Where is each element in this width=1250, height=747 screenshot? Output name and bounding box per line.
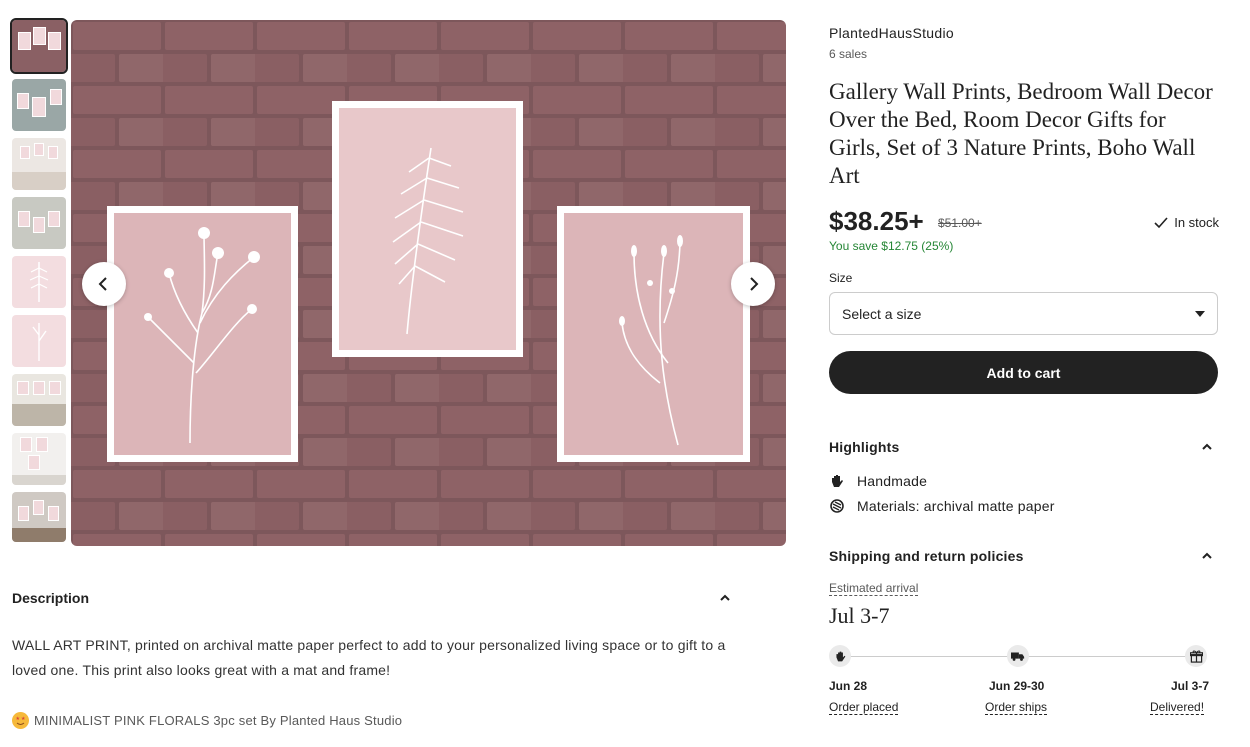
add-to-cart-button[interactable]: Add to cart bbox=[829, 351, 1218, 394]
stock-label: In stock bbox=[1174, 215, 1219, 230]
print-left bbox=[107, 206, 298, 462]
description-text: WALL ART PRINT, printed on archival matt… bbox=[12, 637, 726, 678]
chevron-up-icon bbox=[1202, 552, 1212, 559]
stock-status: In stock bbox=[1154, 215, 1219, 230]
timeline-step-label[interactable]: Order placed bbox=[829, 700, 899, 715]
description-heading: Description bbox=[12, 590, 90, 606]
size-select[interactable]: Select a size bbox=[829, 292, 1218, 335]
thumbnail-8[interactable] bbox=[12, 433, 66, 485]
original-price: $51.00+ bbox=[938, 216, 982, 230]
savings-text: You save $12.75 (25%) bbox=[829, 239, 954, 253]
truck-icon bbox=[1011, 652, 1025, 661]
timeline-step-icon bbox=[1185, 645, 1207, 667]
highlight-label: Handmade bbox=[857, 473, 928, 489]
thumbnail-1[interactable] bbox=[10, 18, 68, 74]
chevron-left-icon bbox=[98, 277, 107, 291]
chevron-up-icon bbox=[1202, 443, 1212, 450]
shipping-heading: Shipping and return policies bbox=[829, 548, 1024, 564]
timeline-step-date: Jun 28 bbox=[829, 679, 868, 693]
timeline-step-label[interactable]: Delivered! bbox=[1150, 700, 1205, 715]
size-select-value: Select a size bbox=[842, 305, 922, 322]
sales-count: 6 sales bbox=[829, 47, 868, 61]
thumbnail-5[interactable] bbox=[12, 256, 66, 308]
main-product-image bbox=[71, 20, 786, 546]
shop-name-link[interactable]: PlantedHausStudio bbox=[829, 25, 954, 41]
print-center bbox=[332, 101, 523, 357]
highlights-toggle[interactable]: Highlights bbox=[829, 439, 1214, 455]
gift-icon bbox=[1189, 650, 1203, 663]
description-subtitle: MINIMALIST PINK FLORALS 3pc set By Plant… bbox=[34, 713, 403, 728]
thumbnail-6[interactable] bbox=[12, 315, 66, 367]
timeline-step-date: Jun 29-30 bbox=[989, 679, 1045, 693]
hand-icon bbox=[835, 651, 845, 661]
timeline-step-icon bbox=[1007, 645, 1029, 667]
estimated-arrival-label[interactable]: Estimated arrival bbox=[829, 581, 919, 596]
svg-text:★: ★ bbox=[16, 716, 21, 722]
highlight-item: Materials: archival matte paper bbox=[829, 498, 1055, 514]
highlight-label: Materials: archival matte paper bbox=[857, 498, 1055, 514]
print-right bbox=[557, 206, 750, 462]
current-price: $38.25+ bbox=[829, 206, 924, 236]
chevron-right-icon bbox=[750, 277, 759, 291]
product-title: Gallery Wall Prints, Bedroom Wall Decor … bbox=[829, 79, 1213, 188]
thumbnail-7[interactable] bbox=[12, 374, 66, 426]
timeline-step-label[interactable]: Order ships bbox=[985, 700, 1048, 715]
hand-icon bbox=[832, 475, 843, 487]
thumbnail-4[interactable] bbox=[12, 197, 66, 249]
previous-image-button[interactable] bbox=[82, 262, 126, 306]
thumbnail-list bbox=[10, 18, 68, 549]
shipping-toggle[interactable]: Shipping and return policies bbox=[829, 548, 1214, 564]
highlight-item: Handmade bbox=[829, 473, 927, 489]
description-toggle[interactable]: Description bbox=[12, 590, 732, 606]
star-struck-emoji-icon: ★ ★ bbox=[12, 712, 29, 729]
svg-text:★: ★ bbox=[21, 716, 26, 722]
materials-icon bbox=[830, 499, 844, 513]
timeline-step-icon bbox=[829, 645, 851, 667]
checkmark-icon bbox=[1154, 216, 1168, 228]
size-label: Size bbox=[829, 271, 853, 285]
next-image-button[interactable] bbox=[731, 262, 775, 306]
thumbnail-3[interactable] bbox=[12, 138, 66, 190]
estimated-arrival-date: Jul 3-7 bbox=[829, 603, 890, 628]
chevron-up-icon bbox=[720, 594, 730, 601]
thumbnail-2[interactable] bbox=[12, 79, 66, 131]
description-subtitle-row: ★ ★ MINIMALIST PINK FLORALS 3pc set By P… bbox=[12, 712, 402, 729]
caret-down-icon bbox=[1195, 310, 1205, 317]
highlights-heading: Highlights bbox=[829, 439, 900, 455]
timeline-step-date: Jul 3-7 bbox=[1171, 679, 1210, 693]
thumbnail-9[interactable] bbox=[12, 492, 66, 542]
